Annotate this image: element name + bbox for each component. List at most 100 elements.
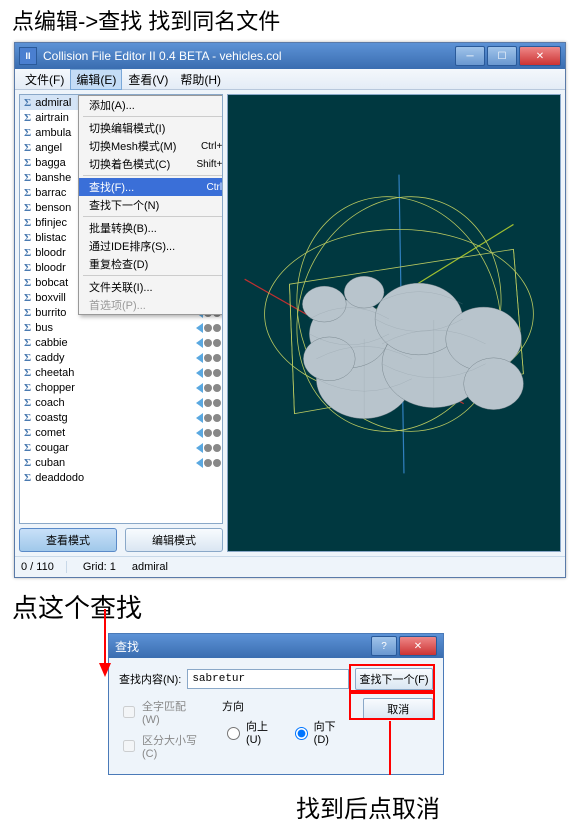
find-input[interactable] xyxy=(187,669,349,689)
sigma-icon: Σ xyxy=(24,352,31,364)
menu-file[interactable]: 文件(F) xyxy=(19,69,70,90)
sigma-icon: Σ xyxy=(24,262,31,274)
sigma-icon: Σ xyxy=(24,142,31,154)
menu-ide-sort[interactable]: 通过IDE排序(S)... xyxy=(79,237,223,255)
sigma-icon: Σ xyxy=(24,322,31,334)
sphere-icon xyxy=(213,339,221,347)
dialog-titlebar[interactable]: 查找 ? ✕ xyxy=(109,634,443,658)
dialog-title: 查找 xyxy=(115,638,139,655)
list-item-label: caddy xyxy=(35,352,64,364)
list-item-label: benson xyxy=(35,202,71,214)
sphere-icon xyxy=(213,414,221,422)
menu-view[interactable]: 查看(V) xyxy=(122,69,174,90)
list-item-label: airtrain xyxy=(35,112,69,124)
menu-find-next[interactable]: 查找下一个(N)F3 xyxy=(79,196,223,214)
list-item-label: bloodr xyxy=(35,247,66,259)
sphere-icon xyxy=(204,324,212,332)
menu-edit-mode[interactable]: 切换编辑模式(I)F4 xyxy=(79,119,223,137)
sigma-icon: Σ xyxy=(24,427,31,439)
sphere-icon xyxy=(213,369,221,377)
sigma-icon: Σ xyxy=(24,292,31,304)
find-next-button[interactable]: 查找下一个(F) xyxy=(355,668,433,690)
status-count: 0 / 110 xyxy=(21,561,67,573)
sigma-icon: Σ xyxy=(24,442,31,454)
sigma-icon: Σ xyxy=(24,382,31,394)
list-item-label: admiral xyxy=(35,97,71,109)
menu-batch[interactable]: 批量转换(B)... xyxy=(79,219,223,237)
list-item-label: bus xyxy=(35,322,53,334)
match-case-checkbox[interactable]: 区分大小写(C) xyxy=(119,732,202,760)
menu-prefs: 首选项(P)...F8 xyxy=(79,296,223,314)
direction-label: 方向 xyxy=(222,698,343,714)
cancel-button[interactable]: 取消 xyxy=(363,698,433,720)
minimize-button[interactable]: ─ xyxy=(455,46,485,66)
sigma-icon: Σ xyxy=(24,307,31,319)
triangle-icon xyxy=(196,353,203,363)
sigma-icon: Σ xyxy=(24,397,31,409)
list-item-label: cougar xyxy=(35,442,69,454)
sigma-icon: Σ xyxy=(24,457,31,469)
sigma-icon: Σ xyxy=(24,412,31,424)
list-item-label: angel xyxy=(35,142,62,154)
sigma-icon: Σ xyxy=(24,172,31,184)
window-title: Collision File Editor II 0.4 BETA - vehi… xyxy=(43,49,282,63)
sphere-icon xyxy=(213,384,221,392)
direction-down-radio[interactable]: 向下(D) xyxy=(290,718,344,746)
sphere-icon xyxy=(213,324,221,332)
list-item-label: cabbie xyxy=(35,337,67,349)
left-panel: ΣadmiralΣairtrainΣambulaΣangelΣbaggaΣban… xyxy=(19,94,223,552)
list-item-label: bobcat xyxy=(35,277,68,289)
sphere-icon xyxy=(204,429,212,437)
menu-mesh-mode[interactable]: 切换Mesh模式(M)Ctrl+F4 xyxy=(79,137,223,155)
statusbar: 0 / 110 Grid: 1 admiral xyxy=(15,556,565,577)
3d-viewport[interactable] xyxy=(227,94,561,552)
sphere-icon xyxy=(213,459,221,467)
menu-add[interactable]: 添加(A)...F9 xyxy=(79,96,223,114)
edit-mode-button[interactable]: 编辑模式 xyxy=(125,528,223,552)
annotation-top: 点编辑->查找 找到同名文件 xyxy=(0,0,580,40)
sigma-icon: Σ xyxy=(24,217,31,229)
titlebar[interactable]: II Collision File Editor II 0.4 BETA - v… xyxy=(15,43,565,69)
model-list[interactable]: ΣadmiralΣairtrainΣambulaΣangelΣbaggaΣban… xyxy=(19,94,223,524)
sigma-icon: Σ xyxy=(24,97,31,109)
sphere-icon xyxy=(204,399,212,407)
list-item-label: deaddodo xyxy=(35,472,84,484)
whole-word-checkbox[interactable]: 全字匹配(W) xyxy=(119,698,202,726)
sphere-icon xyxy=(213,399,221,407)
list-item-label: comet xyxy=(35,427,65,439)
list-item-label: boxvill xyxy=(35,292,66,304)
sigma-icon: Σ xyxy=(24,157,31,169)
collision-mesh-render xyxy=(228,95,560,551)
triangle-icon xyxy=(196,368,203,378)
sigma-icon: Σ xyxy=(24,367,31,379)
app-icon: II xyxy=(19,47,37,65)
triangle-icon xyxy=(196,323,203,333)
direction-up-radio[interactable]: 向上(U) xyxy=(222,718,276,746)
menu-assoc[interactable]: 文件关联(I)... xyxy=(79,278,223,296)
dialog-close-button[interactable]: ✕ xyxy=(399,636,437,656)
edit-dropdown: 添加(A)...F9 切换编辑模式(I)F4 切换Mesh模式(M)Ctrl+F… xyxy=(78,95,223,315)
menu-recheck[interactable]: 重复检查(D) xyxy=(79,255,223,273)
annotation-bottom: 找到后点取消 xyxy=(0,775,580,832)
triangle-icon xyxy=(196,398,203,408)
sigma-icon: Σ xyxy=(24,472,31,484)
menu-edit[interactable]: 编辑(E) xyxy=(70,69,122,90)
annotation-mid: 点这个查找 xyxy=(0,580,580,629)
view-mode-button[interactable]: 查看模式 xyxy=(19,528,117,552)
list-item-label: barrac xyxy=(35,187,66,199)
sphere-icon xyxy=(204,459,212,467)
sphere-icon xyxy=(213,429,221,437)
triangle-icon xyxy=(196,383,203,393)
sphere-icon xyxy=(204,369,212,377)
maximize-button[interactable]: ☐ xyxy=(487,46,517,66)
help-button[interactable]: ? xyxy=(371,636,397,656)
list-item-label: bagga xyxy=(35,157,66,169)
menu-find[interactable]: 查找(F)...Ctrl+F xyxy=(79,178,223,196)
menu-color-mode[interactable]: 切换着色模式(C)Shift+F4 xyxy=(79,155,223,173)
list-item-label: coastg xyxy=(35,412,67,424)
status-selection: admiral xyxy=(132,561,168,573)
sphere-icon xyxy=(204,339,212,347)
close-button[interactable]: ✕ xyxy=(519,46,561,66)
sphere-icon xyxy=(204,354,212,362)
menu-help[interactable]: 帮助(H) xyxy=(174,69,227,90)
